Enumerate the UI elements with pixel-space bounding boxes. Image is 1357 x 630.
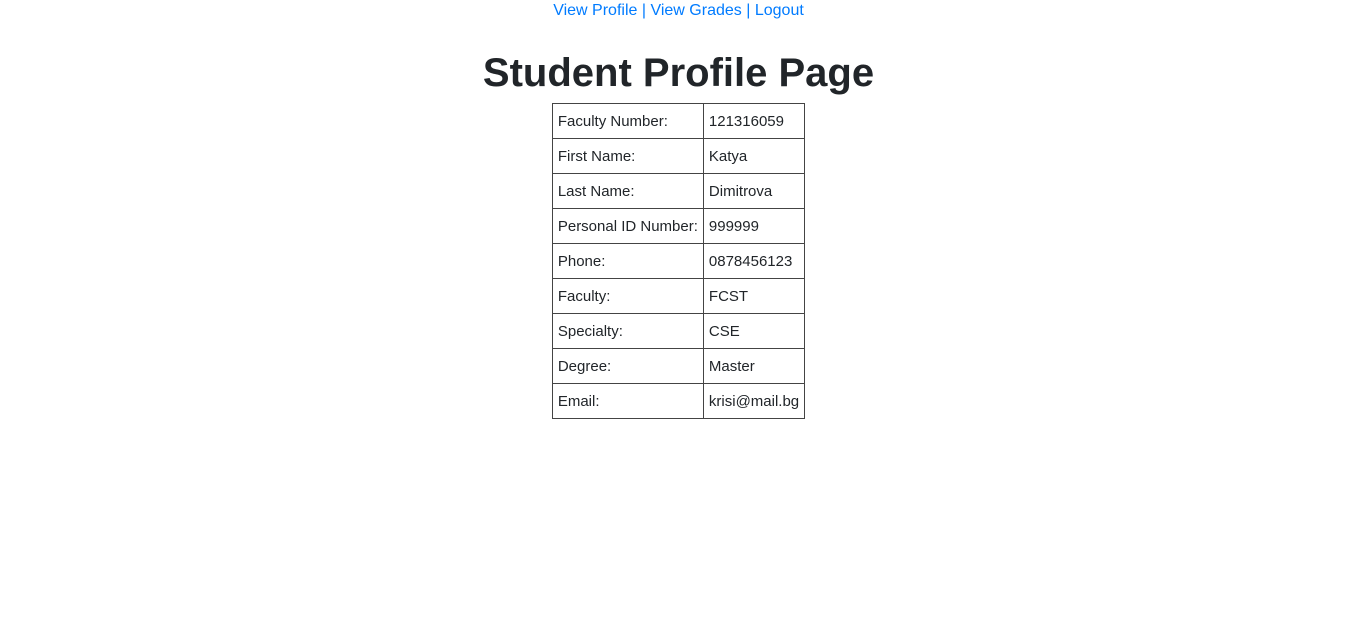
faculty-number-label: Faculty Number: bbox=[551, 103, 704, 139]
table-row: Personal ID Number: 999999 bbox=[551, 208, 806, 244]
logout-link[interactable]: Logout bbox=[755, 2, 804, 19]
table-row: Faculty: FCST bbox=[551, 278, 806, 314]
last-name-value: Dimitrova bbox=[702, 173, 806, 209]
first-name-value: Katya bbox=[702, 138, 806, 174]
phone-label: Phone: bbox=[551, 243, 704, 279]
view-profile-link[interactable]: View Profile bbox=[553, 2, 637, 19]
specialty-label: Specialty: bbox=[551, 313, 704, 349]
personal-id-value: 999999 bbox=[702, 208, 806, 244]
faculty-number-value: 121316059 bbox=[702, 103, 806, 139]
table-row: Faculty Number: 121316059 bbox=[551, 103, 806, 139]
table-row: Email: krisi@mail.bg bbox=[551, 383, 806, 419]
top-nav: View Profile | View Grades | Logout bbox=[553, 0, 804, 22]
nav-separator: | bbox=[746, 2, 755, 19]
email-label: Email: bbox=[551, 383, 704, 419]
last-name-label: Last Name: bbox=[551, 173, 704, 209]
view-grades-link[interactable]: View Grades bbox=[650, 2, 741, 19]
profile-table: Faculty Number: 121316059 First Name: Ka… bbox=[551, 103, 806, 419]
table-row: First Name: Katya bbox=[551, 138, 806, 174]
table-row: Last Name: Dimitrova bbox=[551, 173, 806, 209]
faculty-label: Faculty: bbox=[551, 278, 704, 314]
specialty-value: CSE bbox=[702, 313, 806, 349]
table-row: Specialty: CSE bbox=[551, 313, 806, 349]
table-row: Degree: Master bbox=[551, 348, 806, 384]
personal-id-label: Personal ID Number: bbox=[551, 208, 704, 244]
table-row: Phone: 0878456123 bbox=[551, 243, 806, 279]
degree-label: Degree: bbox=[551, 348, 704, 384]
email-value: krisi@mail.bg bbox=[702, 383, 806, 419]
phone-value: 0878456123 bbox=[702, 243, 806, 279]
faculty-value: FCST bbox=[702, 278, 806, 314]
page-title: Student Profile Page bbox=[482, 51, 875, 95]
first-name-label: First Name: bbox=[551, 138, 704, 174]
page: View Profile | View Grades | Logout Stud… bbox=[0, 0, 1357, 630]
degree-value: Master bbox=[702, 348, 806, 384]
